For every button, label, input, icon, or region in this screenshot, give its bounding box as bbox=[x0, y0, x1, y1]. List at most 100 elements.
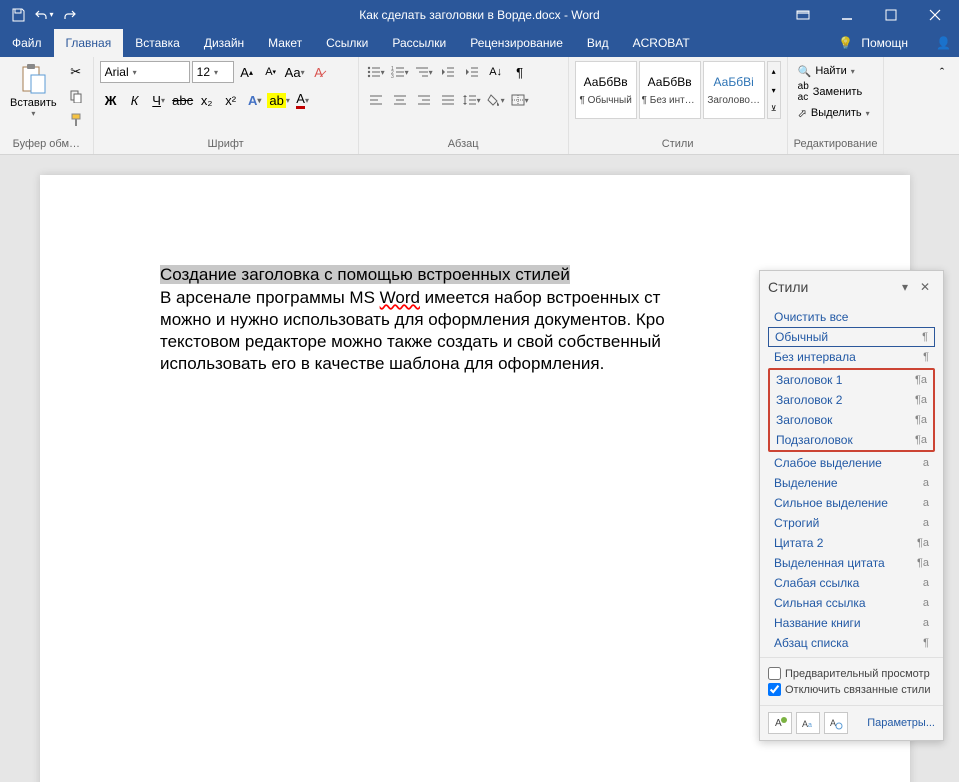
decrease-indent-icon[interactable] bbox=[437, 61, 459, 83]
style-heading[interactable]: АаБбВіЗаголово… bbox=[703, 61, 765, 119]
style-item-intense-emphasis[interactable]: Сильное выделениеa bbox=[768, 493, 935, 513]
tab-home[interactable]: Главная bbox=[54, 29, 124, 57]
align-center-icon[interactable] bbox=[389, 89, 411, 111]
ribbon: Вставить ▾ ✂ Буфер обм… Arial▾ 12▾ A▴ A▾… bbox=[0, 57, 959, 155]
style-no-spacing[interactable]: АаБбВв¶ Без инте… bbox=[639, 61, 701, 119]
ribbon-options-icon[interactable] bbox=[783, 0, 823, 29]
style-item-title[interactable]: Заголовок¶a bbox=[770, 410, 933, 430]
underline-button[interactable]: Ч▾ bbox=[148, 89, 170, 111]
collapse-ribbon-icon[interactable]: ˆ bbox=[931, 61, 953, 83]
save-icon[interactable] bbox=[8, 5, 28, 25]
superscript-button[interactable]: x² bbox=[220, 89, 242, 111]
sort-icon[interactable]: A↓ bbox=[485, 61, 507, 83]
styles-pane: Стили ▾ ✕ Очистить все Обычный¶ Без инте… bbox=[759, 270, 944, 741]
styles-gallery-more[interactable]: ▴▾⊻ bbox=[767, 61, 781, 119]
align-right-icon[interactable] bbox=[413, 89, 435, 111]
cut-icon[interactable]: ✂ bbox=[65, 61, 87, 83]
style-item-subtle-reference[interactable]: Слабая ссылкаa bbox=[768, 573, 935, 593]
show-marks-icon[interactable]: ¶ bbox=[509, 61, 531, 83]
undo-icon[interactable]: ▾ bbox=[34, 5, 54, 25]
subscript-button[interactable]: x₂ bbox=[196, 89, 218, 111]
line-spacing-icon[interactable]: ▾ bbox=[461, 89, 483, 111]
tab-review[interactable]: Рецензирование bbox=[458, 29, 575, 57]
pane-close-icon[interactable]: ✕ bbox=[915, 277, 935, 297]
style-item-emphasis[interactable]: Выделениеa bbox=[768, 473, 935, 493]
new-style-icon[interactable]: A bbox=[768, 712, 792, 734]
style-item-subtle-emphasis[interactable]: Слабое выделениеa bbox=[768, 453, 935, 473]
styles-options-link[interactable]: Параметры... bbox=[867, 717, 935, 729]
tab-view[interactable]: Вид bbox=[575, 29, 621, 57]
group-label-editing: Редактирование bbox=[794, 136, 878, 152]
text-effects-icon[interactable]: A▾ bbox=[244, 89, 266, 111]
group-clipboard: Вставить ▾ ✂ Буфер обм… bbox=[0, 57, 94, 154]
cursor-icon: ⬀ bbox=[798, 107, 807, 120]
group-label-clipboard: Буфер обм… bbox=[6, 136, 87, 152]
search-icon: 🔍 bbox=[798, 65, 812, 78]
clear-formatting-icon[interactable]: A̷ bbox=[308, 61, 330, 83]
tab-design[interactable]: Дизайн bbox=[192, 29, 256, 57]
borders-icon[interactable]: ▾ bbox=[509, 89, 531, 111]
style-item-strong[interactable]: Строгийa bbox=[768, 513, 935, 533]
justify-icon[interactable] bbox=[437, 89, 459, 111]
tab-acrobat[interactable]: ACROBAT bbox=[621, 29, 702, 57]
multilevel-list-icon[interactable]: ▾ bbox=[413, 61, 435, 83]
style-item-intense-reference[interactable]: Сильная ссылкаa bbox=[768, 593, 935, 613]
document-body[interactable]: В арсенале программы MS Word имеется наб… bbox=[160, 287, 790, 375]
style-item-book-title[interactable]: Название книгиa bbox=[768, 613, 935, 633]
font-name-combo[interactable]: Arial▾ bbox=[100, 61, 190, 83]
bold-button[interactable]: Ж bbox=[100, 89, 122, 111]
style-item-heading1[interactable]: Заголовок 1¶a bbox=[770, 370, 933, 390]
strikethrough-button[interactable]: abc bbox=[172, 89, 194, 111]
increase-indent-icon[interactable] bbox=[461, 61, 483, 83]
redo-icon[interactable] bbox=[60, 5, 80, 25]
bullets-icon[interactable]: ▾ bbox=[365, 61, 387, 83]
style-item-normal[interactable]: Обычный¶ bbox=[768, 327, 935, 347]
tab-insert[interactable]: Вставка bbox=[123, 29, 192, 57]
align-left-icon[interactable] bbox=[365, 89, 387, 111]
paste-button[interactable]: Вставить ▾ bbox=[6, 61, 61, 120]
font-color-icon[interactable]: A▾ bbox=[292, 89, 314, 111]
tab-references[interactable]: Ссылки bbox=[314, 29, 380, 57]
manage-styles-icon[interactable]: A bbox=[824, 712, 848, 734]
highlight-icon[interactable]: ab▾ bbox=[268, 89, 290, 111]
replace-button[interactable]: abacЗаменить bbox=[794, 82, 874, 102]
tell-me-label[interactable]: Помощн bbox=[861, 36, 908, 50]
font-size-combo[interactable]: 12▾ bbox=[192, 61, 234, 83]
disable-linked-checkbox[interactable]: Отключить связанные стили bbox=[768, 683, 935, 696]
style-item-intense-quote[interactable]: Выделенная цитата¶a bbox=[768, 553, 935, 573]
format-painter-icon[interactable] bbox=[65, 109, 87, 131]
style-item-subtitle[interactable]: Подзаголовок¶a bbox=[770, 430, 933, 450]
highlighted-heading-styles: Заголовок 1¶a Заголовок 2¶a Заголовок¶a … bbox=[768, 368, 935, 452]
copy-icon[interactable] bbox=[65, 85, 87, 107]
replace-icon: abac bbox=[798, 81, 809, 103]
style-item-list-paragraph[interactable]: Абзац списка¶ bbox=[768, 633, 935, 653]
style-item-quote[interactable]: Цитата 2¶a bbox=[768, 533, 935, 553]
shrink-font-icon[interactable]: A▾ bbox=[260, 61, 282, 83]
shading-icon[interactable]: ▾ bbox=[485, 89, 507, 111]
style-item-no-spacing[interactable]: Без интервала¶ bbox=[768, 347, 935, 367]
find-button[interactable]: 🔍Найти▾ bbox=[794, 61, 874, 81]
close-icon[interactable] bbox=[915, 0, 955, 29]
group-label-styles: Стили bbox=[575, 136, 781, 152]
style-normal[interactable]: АаБбВв¶ Обычный bbox=[575, 61, 637, 119]
style-item-heading2[interactable]: Заголовок 2¶a bbox=[770, 390, 933, 410]
grow-font-icon[interactable]: A▴ bbox=[236, 61, 258, 83]
preview-checkbox[interactable]: Предварительный просмотр bbox=[768, 667, 935, 680]
numbering-icon[interactable]: 123▾ bbox=[389, 61, 411, 83]
share-icon[interactable]: 👤 bbox=[936, 36, 951, 50]
tell-me-icon[interactable]: 💡 bbox=[838, 36, 853, 50]
minimize-icon[interactable] bbox=[827, 0, 867, 29]
select-button[interactable]: ⬀Выделить▾ bbox=[794, 103, 874, 123]
style-inspector-icon[interactable]: Aa bbox=[796, 712, 820, 734]
document-area[interactable]: Создание заголовка с помощью встроенных … bbox=[0, 155, 959, 782]
tab-layout[interactable]: Макет bbox=[256, 29, 314, 57]
style-clear-all[interactable]: Очистить все bbox=[768, 307, 935, 327]
pane-menu-icon[interactable]: ▾ bbox=[895, 277, 915, 297]
tab-mailings[interactable]: Рассылки bbox=[380, 29, 458, 57]
italic-button[interactable]: К bbox=[124, 89, 146, 111]
change-case-icon[interactable]: Aa▾ bbox=[284, 61, 306, 83]
styles-list: Очистить все Обычный¶ Без интервала¶ Заг… bbox=[760, 303, 943, 657]
tab-file[interactable]: Файл bbox=[0, 29, 54, 57]
document-heading[interactable]: Создание заголовка с помощью встроенных … bbox=[160, 265, 570, 284]
maximize-icon[interactable] bbox=[871, 0, 911, 29]
